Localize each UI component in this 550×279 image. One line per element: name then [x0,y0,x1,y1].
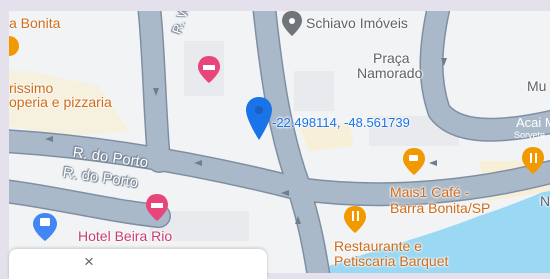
place-label-restaurante-1[interactable]: Restaurante e [334,238,422,254]
place-label-acai-sub: Sorvete [514,130,546,140]
building-block [294,71,334,111]
map-viewport[interactable]: a Bonita rissimo operia e pizzaria R. Wi… [9,11,550,273]
place-label-praca-1[interactable]: Praça [373,50,410,66]
place-label-schiavo[interactable]: Schiavo Imóveis [306,15,408,31]
place-label-pizzaria[interactable]: operia e pizzaria [9,94,112,110]
place-label-n[interactable]: N [540,193,550,209]
place-label-bonita[interactable]: a Bonita [9,15,60,31]
place-label-mais1-line2[interactable]: Barra Bonita/SP [390,200,490,216]
dropped-pin-coordinates: -22.498114, -48.561739 [272,115,410,130]
place-label-acai[interactable]: Acai M [516,115,550,130]
place-label-mu[interactable]: Mu [527,78,546,94]
place-label-restaurante-2[interactable]: Petiscaria Barquet [334,253,448,269]
place-label-hotel-beira-rio[interactable]: Hotel Beira Rio [78,228,172,244]
close-icon: × [84,252,94,271]
info-card: × [9,249,267,279]
place-label-praca-2[interactable]: Namorado [357,65,422,81]
close-button[interactable]: × [79,252,99,272]
place-label-mais1-line1[interactable]: Mais1 Café - [390,184,469,200]
